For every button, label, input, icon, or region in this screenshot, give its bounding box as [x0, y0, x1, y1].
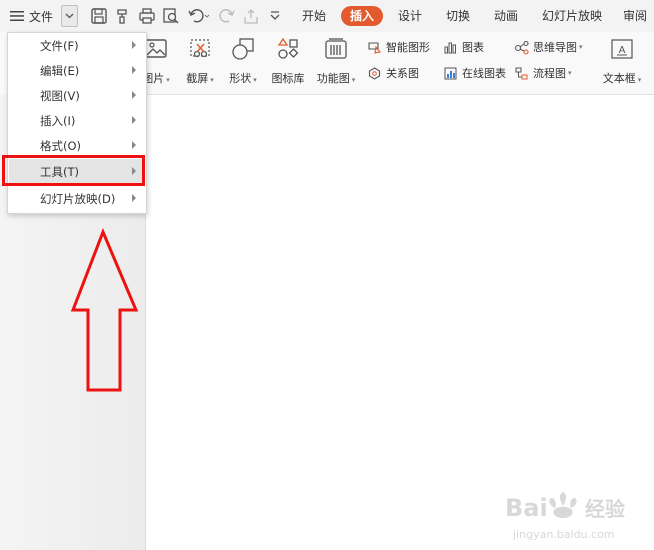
mind-map-icon: [514, 40, 529, 55]
flowchart-icon: [515, 67, 528, 79]
menu-item-insert[interactable]: 插入(I): [9, 108, 145, 133]
slide-canvas[interactable]: [146, 95, 654, 550]
function-chart-label: 功能图: [316, 72, 350, 85]
online-chart-button[interactable]: 在线图表: [443, 64, 506, 82]
chevron-right-icon: [132, 91, 136, 99]
textbox-icon: A: [611, 39, 633, 59]
menu-item-edit[interactable]: 编辑(E): [9, 58, 145, 83]
menu-item-label: 编辑(E): [40, 63, 80, 78]
icon-library-label: 图标库: [271, 72, 305, 85]
watermark-brand: Bai: [505, 494, 548, 522]
undo-icon[interactable]: [187, 7, 211, 25]
chevron-right-icon: [132, 194, 136, 202]
flowchart-label: 流程图: [533, 67, 566, 80]
tab-slideshow[interactable]: 幻灯片放映: [538, 6, 606, 26]
upload-icon[interactable]: [242, 7, 260, 25]
chart-label: 图表: [462, 41, 484, 54]
screenshot-label: 截屏: [186, 72, 209, 85]
screenshot-icon: [190, 39, 210, 58]
function-chart-button[interactable]: 功能图 ▾: [312, 36, 360, 86]
chart-icon: [444, 42, 456, 53]
icon-library-button[interactable]: 图标库: [264, 36, 312, 86]
customize-toolbar-icon[interactable]: [266, 7, 284, 25]
tab-transitions[interactable]: 切换: [442, 6, 474, 26]
online-chart-icon: [444, 67, 457, 79]
textbox-label: 文本框: [602, 72, 636, 85]
mind-map-button[interactable]: 思维导图 ▾: [514, 38, 583, 56]
tools-highlight-box: [2, 155, 145, 186]
redo-icon[interactable]: [218, 7, 236, 25]
print-preview-icon[interactable]: [162, 7, 180, 25]
mind-map-label: 思维导图: [533, 41, 577, 54]
menu-item-label: 插入(I): [40, 113, 76, 128]
menu-item-view[interactable]: 视图(V): [9, 83, 145, 108]
tab-design[interactable]: 设计: [394, 6, 426, 26]
baidu-jingyan-watermark-icon: Bai 经验 jingyan.baidu.com: [505, 492, 625, 541]
flowchart-button[interactable]: 流程图 ▾: [514, 64, 572, 82]
tab-home[interactable]: 开始: [298, 6, 330, 26]
tab-insert[interactable]: 插入: [341, 6, 384, 26]
icon-library-icon: [277, 37, 299, 59]
file-menu-label: 文件: [29, 9, 54, 24]
smart-art-label: 智能图形: [386, 41, 430, 54]
relation-chart-label: 关系图: [386, 67, 419, 80]
chart-button[interactable]: 图表: [443, 38, 484, 56]
smart-art-icon: [368, 41, 381, 54]
menu-item-label: 格式(O): [40, 138, 82, 153]
chevron-right-icon: [132, 141, 136, 149]
chevron-right-icon: [132, 116, 136, 124]
shapes-icon: [232, 38, 254, 60]
watermark-brand2: 经验: [585, 497, 625, 521]
watermark-domain: jingyan.baidu.com: [512, 528, 615, 541]
menu-item-label: 文件(F): [40, 38, 79, 53]
tab-animations[interactable]: 动画: [490, 6, 522, 26]
menu-item-label: 幻灯片放映(D): [40, 191, 116, 206]
svg-text:A: A: [619, 45, 626, 56]
function-chart-icon: [325, 38, 347, 59]
tab-review[interactable]: 审阅: [619, 6, 651, 26]
file-dropdown-menu: 文件(F) 编辑(E) 视图(V) 插入(I) 格式(O) 工具(T) 幻灯片放…: [7, 32, 147, 214]
online-chart-label: 在线图表: [462, 67, 506, 80]
smart-art-button[interactable]: 智能图形: [367, 38, 430, 56]
menu-item-slideshow[interactable]: 幻灯片放映(D): [9, 186, 145, 211]
menu-item-label: 视图(V): [40, 88, 80, 103]
format-painter-icon[interactable]: [114, 7, 132, 25]
menu-item-file[interactable]: 文件(F): [9, 33, 145, 58]
annotation-up-arrow-icon: [70, 228, 139, 392]
shapes-button[interactable]: 形状 ▾: [219, 36, 267, 86]
textbox-button[interactable]: A 文本框 ▾: [600, 36, 644, 86]
relation-chart-button[interactable]: 关系图: [367, 64, 419, 82]
file-menu-dropdown-button[interactable]: [61, 5, 78, 27]
relation-chart-icon: [368, 66, 381, 80]
save-icon[interactable]: [90, 7, 108, 25]
screenshot-button[interactable]: 截屏 ▾: [176, 36, 224, 86]
file-menu-toggle[interactable]: 文件: [10, 0, 53, 32]
chevron-right-icon: [132, 41, 136, 49]
title-menu-bar: 文件 开始 插入 设计 切换 动画 幻灯片放映 审阅: [0, 0, 654, 32]
hamburger-icon: [10, 11, 24, 21]
shapes-label: 形状: [229, 72, 252, 85]
chevron-down-icon: [65, 13, 74, 19]
chevron-right-icon: [132, 66, 136, 74]
print-icon[interactable]: [138, 7, 156, 25]
